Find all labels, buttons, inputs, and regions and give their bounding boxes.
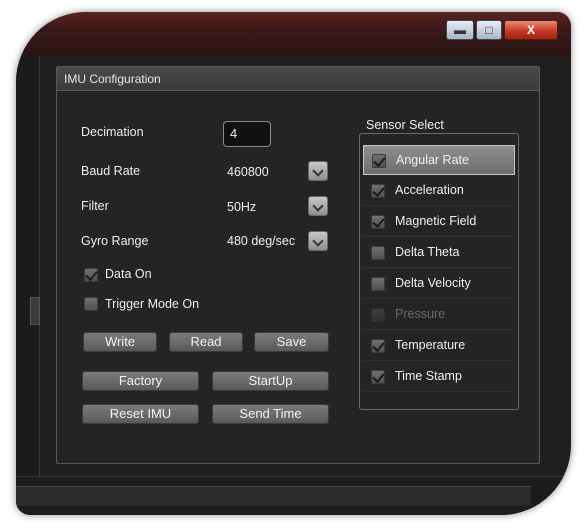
sensor-item-delta-velocity[interactable]: Delta Velocity [363,269,515,299]
send-time-button[interactable]: Send Time [212,404,329,424]
temperature-checkbox[interactable] [371,339,385,353]
bottom-bar [16,486,531,506]
minimize-button[interactable]: ▬ [446,20,474,40]
data-on-checkbox[interactable] [84,268,98,282]
magnetic-field-checkbox[interactable] [371,215,385,229]
sensor-item-label: Time Stamp [395,369,462,383]
filter-dropdown-icon[interactable] [308,196,328,216]
maximize-button[interactable]: □ [476,20,502,40]
baud-rate-label: Baud Rate [81,164,141,178]
sensor-item-label: Magnetic Field [395,214,477,228]
sensor-item-label: Angular Rate [396,153,469,167]
delta-theta-checkbox[interactable] [371,246,385,260]
sensor-item-label: Pressure [395,307,446,321]
imu-configuration-panel: IMU Configuration Decimation 4 Baud Rate… [56,66,540,464]
panel-title: IMU Configuration [64,72,161,86]
pressure-checkbox [371,308,385,322]
title-bar: ▬ □ X [16,12,571,56]
sensor-select-title: Sensor Select [363,118,447,132]
filter-value[interactable]: 50Hz [227,200,256,214]
read-button[interactable]: Read [169,332,243,352]
sensor-item-label: Acceleration [395,183,464,197]
left-side-panel [16,56,40,476]
close-button[interactable]: X [504,20,558,40]
angular-rate-checkbox[interactable] [372,154,386,168]
filter-label: Filter [81,199,109,213]
sensor-item-temperature[interactable]: Temperature [363,331,515,361]
baud-rate-dropdown-icon[interactable] [308,161,328,181]
data-on-label: Data On [105,267,152,281]
sensor-item-magnetic-field[interactable]: Magnetic Field [363,207,515,237]
left-panel-handle[interactable] [30,297,40,325]
save-button[interactable]: Save [254,332,329,352]
baud-rate-value[interactable]: 460800 [227,165,269,179]
trigger-mode-checkbox[interactable] [84,297,98,311]
time-stamp-checkbox[interactable] [371,370,385,384]
sensor-item-label: Temperature [395,338,466,352]
trigger-mode-label: Trigger Mode On [105,297,200,311]
write-button[interactable]: Write [83,332,157,352]
sensor-item-delta-theta[interactable]: Delta Theta [363,238,515,268]
startup-button[interactable]: StartUp [212,371,329,391]
decimation-input[interactable]: 4 [223,121,271,147]
factory-button[interactable]: Factory [82,371,199,391]
gyro-range-label: Gyro Range [81,234,149,248]
decimation-label: Decimation [81,125,144,139]
screenshot-frame: ▬ □ X IMU Configuration Decimation 4 Bau… [0,0,585,529]
gyro-range-value[interactable]: 480 deg/sec [227,234,295,248]
sensor-item-label: Delta Theta [395,245,460,259]
gyro-range-dropdown-icon[interactable] [308,231,328,251]
app-window: ▬ □ X IMU Configuration Decimation 4 Bau… [16,12,571,515]
sensor-item-angular-rate[interactable]: Angular Rate [363,145,515,175]
sensor-item-label: Delta Velocity [395,276,471,290]
acceleration-checkbox[interactable] [371,184,385,198]
reset-imu-button[interactable]: Reset IMU [82,404,199,424]
delta-velocity-checkbox[interactable] [371,277,385,291]
sensor-item-pressure: Pressure [363,300,515,330]
panel-header: IMU Configuration [57,67,539,91]
sensor-item-acceleration[interactable]: Acceleration [363,176,515,206]
sensor-item-time-stamp[interactable]: Time Stamp [363,362,515,392]
